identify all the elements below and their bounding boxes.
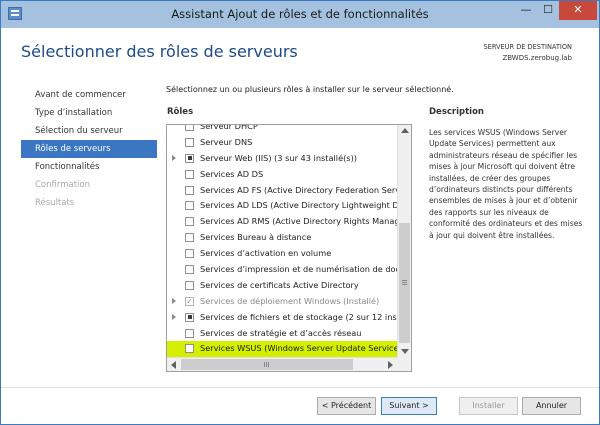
destination-server-name: ZBWDS.zerobug.lab xyxy=(502,54,572,62)
vertical-scrollbar[interactable] xyxy=(397,125,411,357)
expand-arrow-icon[interactable] xyxy=(172,154,176,161)
role-label: Serveur Web (IIS) (3 sur 43 installé(s)) xyxy=(200,152,357,163)
role-label: Serveur DHCP xyxy=(200,124,258,131)
cancel-button[interactable]: Annuler xyxy=(522,397,581,415)
role-row[interactable]: Services de certificats Active Directory xyxy=(167,278,397,294)
role-checkbox[interactable] xyxy=(185,249,194,259)
role-checkbox[interactable] xyxy=(185,328,194,338)
role-row[interactable]: Services AD RMS (Active Directory Rights… xyxy=(167,214,411,230)
role-label: Serveur DNS xyxy=(200,136,253,147)
role-label: Services AD RMS (Active Directory Rights… xyxy=(200,216,411,227)
scroll-up-arrow-icon[interactable] xyxy=(401,128,409,133)
role-label: Services AD LDS (Active Directory Lightw… xyxy=(200,200,411,211)
horizontal-scrollbar[interactable] xyxy=(167,357,397,371)
role-row[interactable]: Serveur DNS xyxy=(167,135,397,151)
roles-list-content: Serveur DHCP Serveur DNS Serveur Web (IIS)… xyxy=(167,124,411,358)
role-checkbox[interactable] xyxy=(185,153,194,163)
close-button[interactable]: ✕ xyxy=(559,1,597,20)
role-row[interactable]: Services de fichiers et de stockage (2 s… xyxy=(167,310,411,326)
role-label: Services de fichiers et de stockage (2 s… xyxy=(200,311,412,322)
role-label: Services Bureau à distance xyxy=(200,232,312,243)
nav-item[interactable]: Sélection du serveur xyxy=(21,122,157,140)
wizard-navigation: Avant de commencer Type d’installation Sél… xyxy=(21,86,157,212)
vertical-scroll-thumb[interactable] xyxy=(399,223,410,343)
role-row: ✓ Services de déploiement Windows (Instal… xyxy=(167,294,397,310)
scroll-grip-icon xyxy=(264,362,265,367)
maximize-button[interactable]: ☐ xyxy=(537,1,559,20)
role-checkbox[interactable] xyxy=(185,217,194,227)
role-label: Services WSUS (Windows Server Update Ser… xyxy=(200,343,406,354)
install-button[interactable]: Installer xyxy=(459,397,518,415)
role-checkbox[interactable] xyxy=(185,233,194,243)
role-row[interactable]: Services WSUS (Windows Server Update Ser… xyxy=(167,341,406,358)
nav-item[interactable]: Fonctionnalités xyxy=(21,158,157,176)
description-text: Les services WSUS (Windows Server Update… xyxy=(429,128,583,240)
next-button[interactable]: Suivant > xyxy=(381,397,437,415)
role-checkbox: ✓ xyxy=(185,296,194,306)
roles-list[interactable]: Serveur DHCP Serveur DNS Serveur Web (IIS)… xyxy=(166,124,412,372)
role-checkbox[interactable] xyxy=(185,312,194,322)
role-row[interactable]: Services d’activation en volume xyxy=(167,246,397,262)
description-heading: Description xyxy=(429,107,484,117)
role-checkbox[interactable] xyxy=(185,169,194,179)
scrollbar-corner xyxy=(397,357,411,371)
role-row[interactable]: Services de stratégie et d’accès réseau xyxy=(167,326,397,342)
wizard-window: Assistant Ajout de rôles et de fonctionn… xyxy=(0,0,600,425)
role-row[interactable]: Services AD FS (Active Directory Federat… xyxy=(167,183,411,199)
window-title: Assistant Ajout de rôles et de fonctionn… xyxy=(171,7,429,21)
role-row[interactable]: Serveur Web (IIS) (3 sur 43 installé(s)) xyxy=(167,151,397,167)
nav-item[interactable]: Avant de commencer xyxy=(21,86,157,104)
destination-server-label: SERVEUR DE DESTINATION xyxy=(483,43,572,51)
roles-heading: Rôles xyxy=(167,107,194,117)
role-checkbox[interactable] xyxy=(185,137,194,147)
role-row[interactable]: Services Bureau à distance xyxy=(167,230,397,246)
role-checkbox[interactable] xyxy=(185,125,194,131)
role-label: Services d’activation en volume xyxy=(200,248,332,259)
role-row[interactable]: Services d’impression et de numérisation… xyxy=(167,262,411,278)
role-row[interactable]: Serveur DHCP xyxy=(167,124,397,135)
role-checkbox[interactable] xyxy=(185,265,194,275)
role-label: Services de déploiement Windows (Install… xyxy=(200,295,380,306)
role-row[interactable]: Services AD LDS (Active Directory Lightw… xyxy=(167,198,411,214)
role-label: Services AD DS xyxy=(200,168,264,179)
scroll-right-arrow-icon[interactable] xyxy=(388,361,393,369)
role-checkbox[interactable] xyxy=(185,280,194,290)
title-bar[interactable]: Assistant Ajout de rôles et de fonctionn… xyxy=(1,1,599,28)
scroll-left-arrow-icon[interactable] xyxy=(171,361,176,369)
previous-button[interactable]: < Précédent xyxy=(317,397,376,415)
scroll-grip-icon xyxy=(402,280,407,281)
nav-item[interactable]: Type d’installation xyxy=(21,104,157,122)
role-checkbox[interactable] xyxy=(185,201,194,211)
role-checkbox[interactable] xyxy=(185,185,194,195)
role-label: Services de stratégie et d’accès réseau xyxy=(200,327,362,338)
nav-item: Résultats xyxy=(35,198,75,208)
page-title: Sélectionner des rôles de serveurs xyxy=(21,42,298,61)
minimize-button[interactable]: — xyxy=(515,1,537,20)
role-label: Services d’impression et de numérisation… xyxy=(200,264,412,275)
nav-item: Confirmation xyxy=(35,180,90,190)
expand-arrow-icon[interactable] xyxy=(172,297,176,304)
intro-text: Sélectionnez un ou plusieurs rôles à ins… xyxy=(166,85,454,94)
role-checkbox[interactable] xyxy=(185,344,194,354)
scroll-down-arrow-icon[interactable] xyxy=(401,349,409,354)
role-label: Services de certificats Active Directory xyxy=(200,279,359,290)
footer-divider xyxy=(1,387,599,388)
role-row[interactable]: Services AD DS xyxy=(167,167,397,183)
horizontal-scroll-thumb[interactable] xyxy=(181,359,353,370)
expand-arrow-icon[interactable] xyxy=(172,313,176,320)
nav-item[interactable]: Rôles de serveurs xyxy=(21,140,157,158)
role-label: Services AD FS (Active Directory Federat… xyxy=(200,184,412,195)
